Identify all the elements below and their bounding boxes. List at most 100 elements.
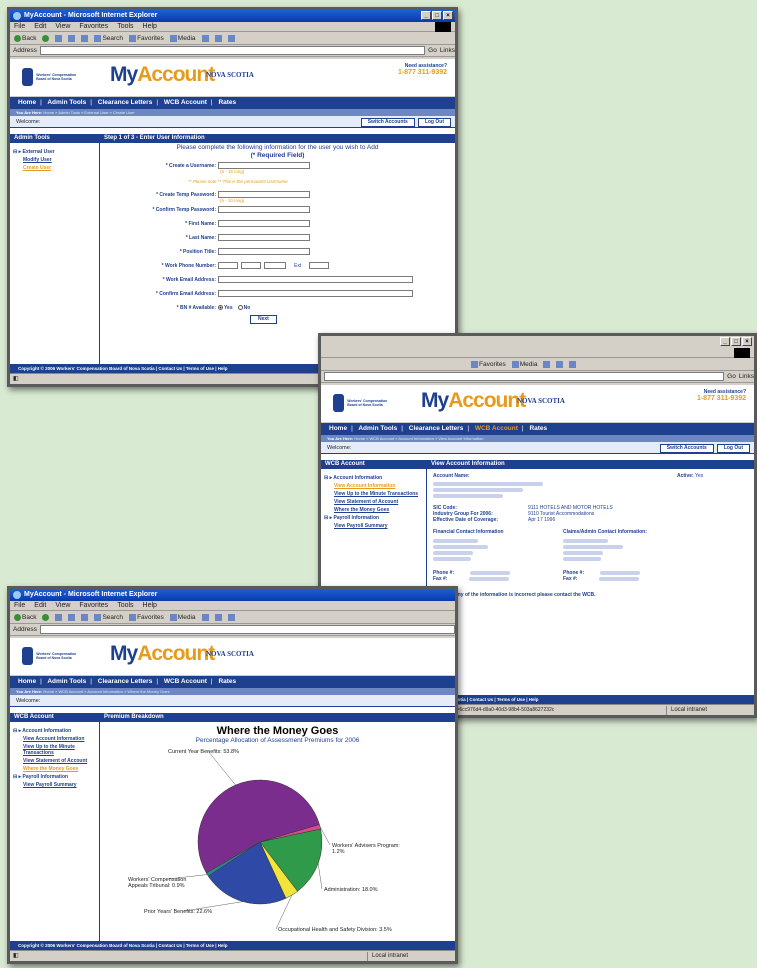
back-button[interactable]: Back xyxy=(14,611,36,623)
switch-accounts-button[interactable]: Switch Accounts xyxy=(360,118,415,127)
switch-accounts-button[interactable]: Switch Accounts xyxy=(659,444,714,453)
menu-edit[interactable]: Edit xyxy=(34,22,46,31)
stop-button[interactable] xyxy=(55,32,63,44)
maximize-button[interactable]: □ xyxy=(432,11,442,20)
refresh-button[interactable] xyxy=(68,32,76,44)
back-button[interactable]: Back xyxy=(14,32,36,44)
mail-button[interactable] xyxy=(214,611,222,623)
nav-home[interactable]: Home xyxy=(18,678,36,685)
menu-view[interactable]: View xyxy=(55,601,70,610)
nav-admin-tools[interactable]: Admin Tools xyxy=(358,425,397,432)
nav-wcb-account[interactable]: WCB Account xyxy=(475,425,518,432)
nav-rates[interactable]: Rates xyxy=(218,99,236,106)
forward-button[interactable] xyxy=(42,611,50,623)
menu-help[interactable]: Help xyxy=(143,601,157,610)
favorites-button[interactable]: Favorites xyxy=(129,611,164,623)
bn-no-radio[interactable] xyxy=(237,305,243,310)
links-button[interactable]: Links xyxy=(739,371,754,383)
address-input[interactable] xyxy=(39,625,455,634)
nav-clearance-letters[interactable]: Clearance Letters xyxy=(409,425,464,432)
history-button[interactable] xyxy=(543,358,551,370)
nav-wcb-account[interactable]: WCB Account xyxy=(164,99,207,106)
nav-admin-tools[interactable]: Admin Tools xyxy=(47,678,86,685)
nav-clearance-letters[interactable]: Clearance Letters xyxy=(98,678,153,685)
history-button[interactable] xyxy=(201,611,209,623)
wcb-logo[interactable]: Workers' Compensation Board of Nova Scot… xyxy=(22,65,84,89)
history-button[interactable] xyxy=(201,32,209,44)
phone-ext-input[interactable] xyxy=(309,262,330,269)
print-button[interactable] xyxy=(227,611,235,623)
bn-yes-radio[interactable] xyxy=(218,305,223,310)
tree-item-statement[interactable]: View Statement of Account xyxy=(13,758,96,764)
position-title-input[interactable] xyxy=(218,248,310,255)
menu-edit[interactable]: Edit xyxy=(34,601,46,610)
minimize-button[interactable]: _ xyxy=(421,11,431,20)
tree-node-payroll[interactable]: ⊟ ▸ Payroll Information xyxy=(13,774,96,780)
phone-prefix-input[interactable] xyxy=(241,262,261,269)
tree-item-minute-transactions[interactable]: View Up to the Minute Transactions xyxy=(324,491,423,497)
print-button[interactable] xyxy=(569,358,577,370)
username-input[interactable] xyxy=(218,162,310,169)
mail-button[interactable] xyxy=(556,358,564,370)
address-input[interactable] xyxy=(324,372,725,381)
tree-item-create-user[interactable]: Create User xyxy=(13,165,96,171)
nav-home[interactable]: Home xyxy=(18,99,36,106)
window-titlebar[interactable]: _ □ × xyxy=(321,336,754,348)
home-button[interactable] xyxy=(81,32,89,44)
tree-item-money-goes[interactable]: Where the Money Goes xyxy=(13,766,96,772)
stop-button[interactable] xyxy=(55,611,63,623)
go-button[interactable]: Go xyxy=(727,371,736,383)
favorites-button[interactable]: Favorites xyxy=(129,32,164,44)
menu-help[interactable]: Help xyxy=(143,22,157,31)
tree-item-modify-user[interactable]: Modify User xyxy=(13,157,96,163)
media-button[interactable]: Media xyxy=(169,32,196,44)
nav-rates[interactable]: Rates xyxy=(218,678,236,685)
tree-item-money-goes[interactable]: Where the Money Goes xyxy=(324,507,423,513)
tree-item-payroll-summary[interactable]: View Payroll Summary xyxy=(13,782,96,788)
first-name-input[interactable] xyxy=(218,220,310,227)
menu-file[interactable]: File xyxy=(14,22,25,31)
window-titlebar[interactable]: MyAccount - Microsoft Internet Explorer … xyxy=(10,10,455,22)
links-button[interactable]: Links xyxy=(440,45,455,57)
media-button[interactable]: Media xyxy=(511,358,537,370)
nav-rates[interactable]: Rates xyxy=(529,425,547,432)
search-button[interactable]: Search xyxy=(94,32,123,44)
menu-view[interactable]: View xyxy=(55,22,70,31)
menu-favorites[interactable]: Favorites xyxy=(79,22,108,31)
window-titlebar[interactable]: MyAccount - Microsoft Internet Explorer xyxy=(10,589,455,601)
favorites-button[interactable]: Favorites xyxy=(471,358,506,370)
refresh-button[interactable] xyxy=(68,611,76,623)
menu-file[interactable]: File xyxy=(14,601,25,610)
tree-node-account-information[interactable]: ⊟ ▸ Account Information xyxy=(13,728,96,734)
close-button[interactable]: × xyxy=(742,337,752,346)
tree-node-account-information[interactable]: ⊟ ▸ Account Information xyxy=(324,475,423,481)
phone-line-input[interactable] xyxy=(264,262,286,269)
print-button[interactable] xyxy=(227,32,235,44)
tree-item-view-account[interactable]: View Account Information xyxy=(324,483,423,489)
wcb-logo[interactable]: Workers' Compensation Board of Nova Scot… xyxy=(333,391,395,415)
forward-button[interactable] xyxy=(42,32,50,44)
tree-item-payroll-summary[interactable]: View Payroll Summary xyxy=(324,523,423,529)
address-input[interactable] xyxy=(39,46,426,55)
home-button[interactable] xyxy=(81,611,89,623)
media-button[interactable]: Media xyxy=(169,611,196,623)
wcb-logo[interactable]: Workers' Compensation Board of Nova Scot… xyxy=(22,644,84,668)
mail-button[interactable] xyxy=(214,32,222,44)
maximize-button[interactable]: □ xyxy=(731,337,741,346)
menu-tools[interactable]: Tools xyxy=(117,601,133,610)
tree-node-payroll[interactable]: ⊟ ▸ Payroll Information xyxy=(324,515,423,521)
nav-home[interactable]: Home xyxy=(329,425,347,432)
tree-node-external-user[interactable]: ⊟ ▸ External User xyxy=(13,149,96,155)
go-button[interactable]: Go xyxy=(428,45,437,57)
close-button[interactable]: × xyxy=(443,11,453,20)
confirm-password-input[interactable] xyxy=(218,206,310,213)
next-button[interactable]: Next xyxy=(250,315,277,324)
confirm-email-input[interactable] xyxy=(218,290,413,297)
work-email-input[interactable] xyxy=(218,276,413,283)
log-out-button[interactable]: Log Out xyxy=(417,118,451,127)
tree-item-minute-transactions[interactable]: View Up to the Minute Transactions xyxy=(13,744,96,756)
nav-wcb-account[interactable]: WCB Account xyxy=(164,678,207,685)
temp-password-input[interactable] xyxy=(218,191,310,198)
tree-item-view-account[interactable]: View Account Information xyxy=(13,736,96,742)
phone-area-input[interactable] xyxy=(218,262,238,269)
